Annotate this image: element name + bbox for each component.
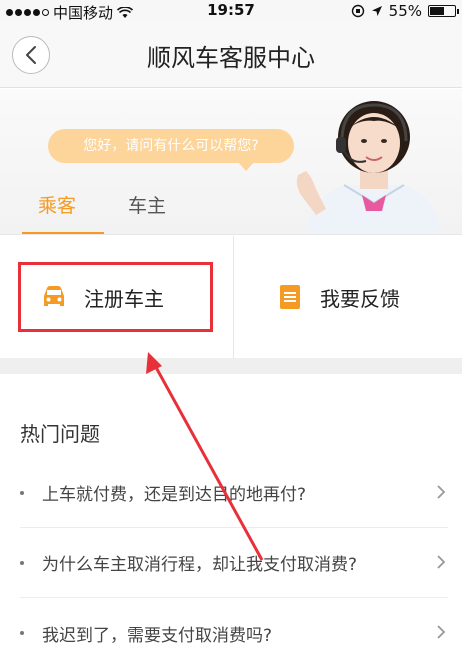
greeting-bubble: 您好，请问有什么可以帮您? — [48, 129, 294, 171]
tab-driver[interactable]: 车主 — [128, 191, 166, 218]
hot-questions-list: 上车就付费，还是到达目的地再付? 为什么车主取消行程，却让我支付取消费? 我迟到… — [20, 458, 448, 656]
bullet-icon — [20, 490, 24, 495]
question-text: 上车就付费，还是到达目的地再付? — [42, 485, 307, 505]
document-icon — [280, 285, 300, 309]
status-bar: 中国移动 19:57 55% — [0, 0, 462, 22]
service-banner: 您好，请问有什么可以帮您? 乘客 车主 — [0, 89, 462, 235]
bullet-icon — [20, 560, 24, 565]
customer-service-agent-image — [296, 101, 442, 234]
orientation-lock-icon — [351, 4, 364, 18]
location-icon — [371, 6, 382, 16]
chevron-right-icon — [437, 555, 446, 569]
battery-percent: 55% — [388, 2, 422, 20]
question-item[interactable]: 为什么车主取消行程，却让我支付取消费? — [20, 528, 448, 598]
active-tab-indicator — [22, 232, 104, 234]
feedback-button[interactable]: 我要反馈 — [233, 236, 462, 358]
section-divider — [0, 358, 462, 374]
question-item[interactable]: 上车就付费，还是到达目的地再付? — [20, 458, 448, 528]
question-text: 为什么车主取消行程，却让我支付取消费? — [42, 555, 358, 575]
chevron-right-icon — [437, 485, 446, 499]
question-item[interactable]: 我迟到了，需要支付取消费吗? — [20, 598, 448, 656]
question-text: 我迟到了，需要支付取消费吗? — [42, 625, 273, 646]
chevron-right-icon — [437, 625, 446, 639]
page-title: 顺风车客服中心 — [147, 44, 315, 72]
hot-questions-title: 热门问题 — [20, 422, 100, 446]
annotation-highlight-box — [18, 262, 213, 332]
tab-passenger[interactable]: 乘客 — [38, 191, 76, 218]
nav-bar: 顺风车客服中心 — [0, 22, 462, 88]
status-right: 55% — [351, 2, 459, 20]
bullet-icon — [20, 631, 24, 635]
battery-icon — [428, 5, 459, 17]
action-cards: 注册车主 我要反馈 — [0, 236, 462, 358]
feedback-label: 我要反馈 — [320, 286, 400, 311]
